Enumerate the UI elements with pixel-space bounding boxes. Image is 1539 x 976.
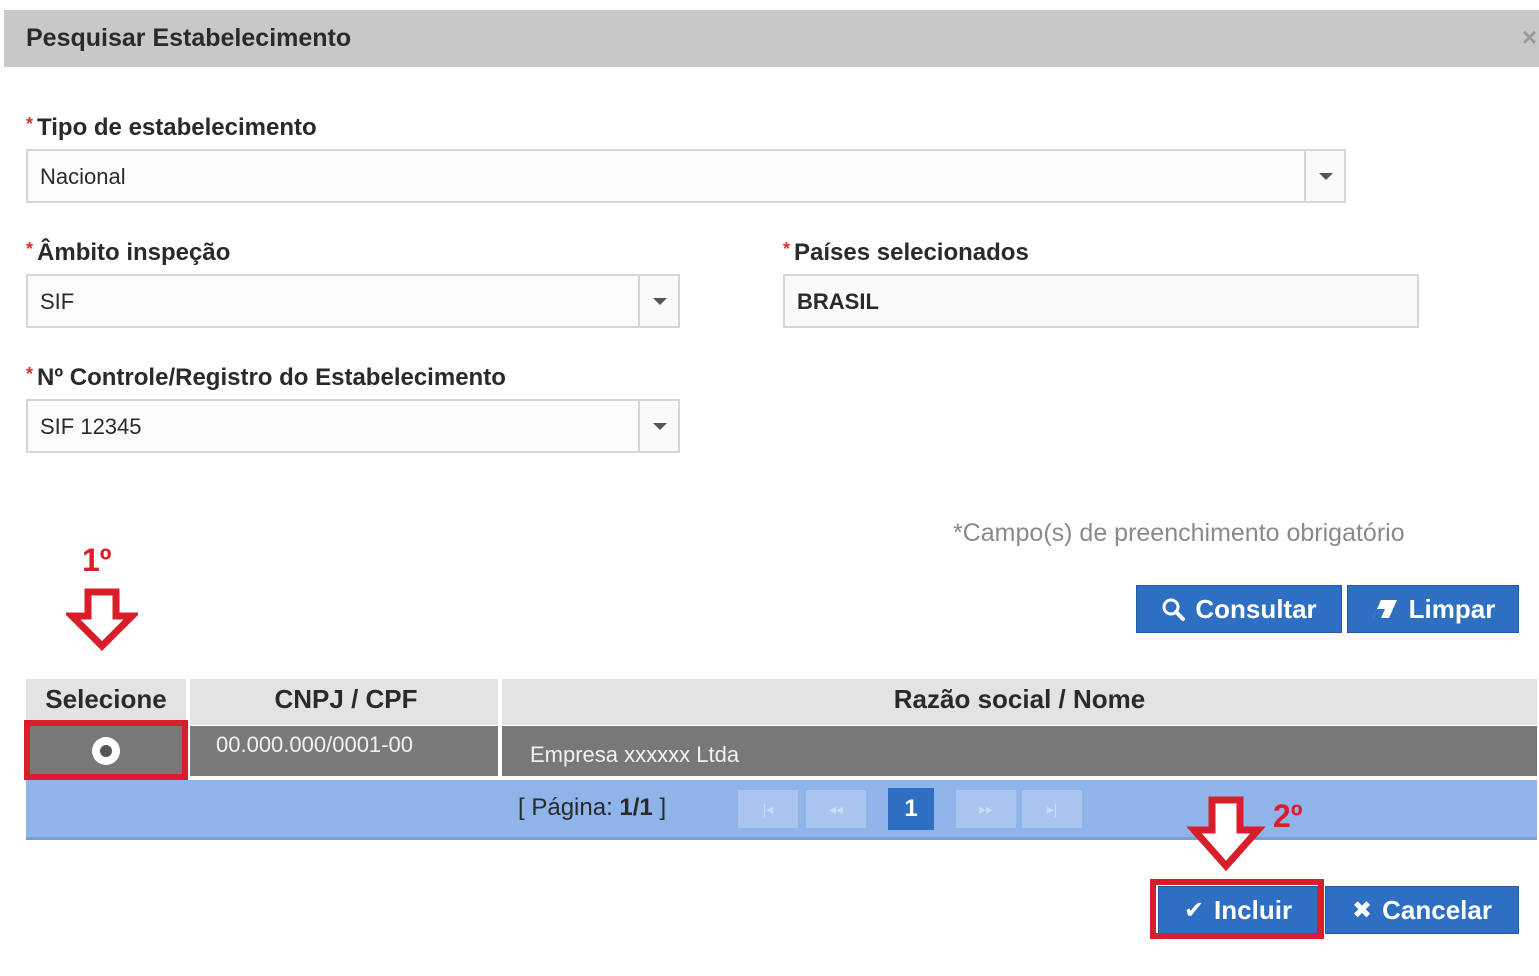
tipo-label-text: Tipo de estabelecimento	[37, 114, 317, 141]
dialog-titlebar: Pesquisar Estabelecimento ×	[4, 10, 1539, 67]
required-mark: *	[26, 364, 34, 384]
razao-value: Empresa xxxxxx Ltda	[530, 742, 740, 767]
page-label: [ Página:	[518, 794, 620, 821]
table-header: Selecione CNPJ / CPF Razão social / Nome	[26, 679, 1537, 725]
arrow-down-icon	[66, 588, 138, 651]
eraser-icon	[1372, 600, 1397, 618]
razao-cell: Empresa xxxxxx Ltda	[498, 726, 1537, 776]
required-mark: *	[26, 114, 34, 134]
consultar-button[interactable]: Consultar	[1136, 585, 1342, 633]
paises-label: * Países selecionados	[783, 239, 1029, 267]
tipo-select[interactable]: Nacional	[26, 149, 1346, 203]
prev-page-button[interactable]: ◂◂	[806, 790, 866, 828]
paises-field[interactable]: BRASIL	[783, 274, 1419, 328]
required-mark: *	[783, 239, 791, 259]
first-page-button[interactable]: |◂	[738, 790, 798, 828]
cancelar-button[interactable]: ✖ Cancelar	[1325, 886, 1519, 934]
tipo-value: Nacional	[40, 164, 126, 189]
controle-select[interactable]: SIF 12345	[26, 399, 680, 453]
dialog-title: Pesquisar Estabelecimento	[26, 24, 352, 52]
close-icon[interactable]: ×	[1522, 22, 1537, 53]
controle-label-text: Nº Controle/Registro do Estabelecimento	[37, 364, 506, 391]
pagination-bar: [ Página: 1/1 ] |◂ ◂◂ 1 ▸▸ ▸|	[26, 780, 1537, 840]
ambito-label-text: Âmbito inspeção	[37, 239, 231, 266]
page-indicator: [ Página: 1/1 ]	[518, 794, 666, 822]
controle-value: SIF 12345	[40, 414, 142, 439]
current-page-button[interactable]: 1	[888, 788, 934, 830]
arrow-down-icon	[1186, 796, 1266, 872]
limpar-label: Limpar	[1408, 593, 1496, 624]
highlight-incluir	[1150, 879, 1324, 939]
tipo-label: * Tipo de estabelecimento	[26, 114, 317, 142]
chevron-down-icon[interactable]	[1304, 151, 1344, 201]
ambito-label: * Âmbito inspeção	[26, 239, 230, 267]
paises-value: BRASIL	[797, 289, 879, 314]
cnpj-value: 00.000.000/0001-00	[216, 732, 413, 757]
page-value: 1/1	[619, 794, 653, 821]
controle-label: * Nº Controle/Registro do Estabelecimento	[26, 364, 506, 392]
required-mark: *	[26, 239, 34, 259]
next-page-button[interactable]: ▸▸	[956, 790, 1016, 828]
limpar-button[interactable]: Limpar	[1347, 585, 1519, 633]
paises-label-text: Países selecionados	[794, 239, 1029, 266]
required-note: *Campo(s) de preenchimento obrigatório	[953, 519, 1405, 547]
table-row[interactable]: 00.000.000/0001-00 Empresa xxxxxx Ltda	[26, 726, 1537, 776]
step2-label: 2º	[1273, 798, 1303, 834]
chevron-down-icon[interactable]	[638, 276, 678, 326]
highlight-radio	[24, 720, 188, 780]
consultar-label: Consultar	[1195, 593, 1317, 624]
col-selecione: Selecione	[26, 679, 186, 725]
close-icon: ✖	[1352, 896, 1373, 924]
col-razao: Razão social / Nome	[498, 679, 1537, 725]
page-label-close: ]	[652, 794, 667, 821]
ambito-select[interactable]: SIF	[26, 274, 680, 328]
last-page-button[interactable]: ▸|	[1022, 790, 1082, 828]
cancelar-label: Cancelar	[1382, 894, 1492, 925]
chevron-down-icon[interactable]	[638, 401, 678, 451]
ambito-value: SIF	[40, 289, 75, 314]
col-cnpj: CNPJ / CPF	[186, 679, 502, 725]
cnpj-cell: 00.000.000/0001-00	[186, 726, 502, 776]
step1-label: 1º	[82, 542, 112, 578]
search-icon	[1162, 598, 1186, 621]
